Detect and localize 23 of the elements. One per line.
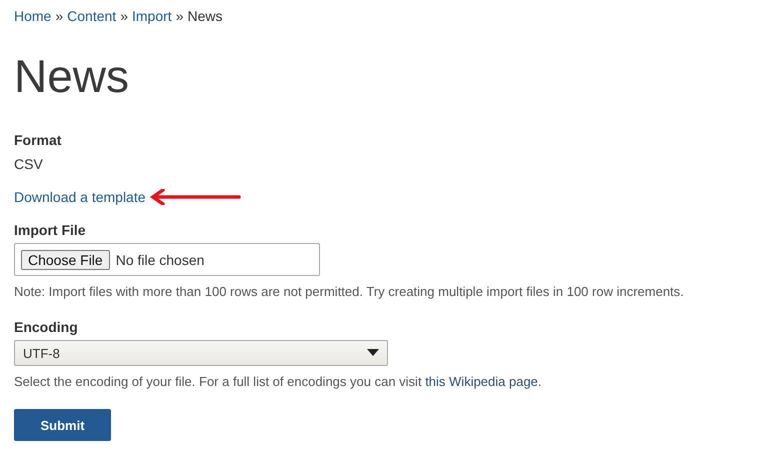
template-link[interactable]: Download a template — [14, 189, 146, 205]
breadcrumb-separator: » — [176, 7, 184, 26]
submit-button[interactable]: Submit — [14, 409, 111, 441]
page-title: News — [14, 50, 130, 102]
file-status: No file chosen — [116, 252, 204, 268]
breadcrumb-separator: » — [55, 7, 64, 26]
import-note: Note: Import files with more than 100 rows are not permitted. Try creating multiple import files in 100 row increments. — [14, 283, 684, 301]
arrow-icon — [148, 189, 241, 205]
format-label: Format — [14, 131, 62, 150]
file-input[interactable]: Choose File No file chosen — [14, 243, 320, 276]
breadcrumb-separator: » — [120, 7, 128, 26]
encoding-label: Encoding — [14, 318, 78, 337]
breadcrumb-link[interactable]: Content — [67, 6, 116, 26]
dropdown-caret-icon — [367, 349, 379, 357]
breadcrumb-current: News — [187, 7, 222, 26]
format-value: CSV — [14, 155, 43, 174]
breadcrumb-link[interactable]: Home — [14, 6, 52, 26]
choose-file-button[interactable]: Choose File — [21, 250, 110, 270]
encoding-description: Select the encoding of your file. For a full list of encodings you can visit this Wikipedia page. — [14, 373, 542, 391]
breadcrumb-link[interactable]: Import — [132, 6, 172, 26]
import-file-label: Import File — [14, 221, 86, 240]
wikipedia-link[interactable]: this Wikipedia page — [425, 374, 538, 389]
encoding-select[interactable]: UTF-8 — [14, 340, 388, 366]
